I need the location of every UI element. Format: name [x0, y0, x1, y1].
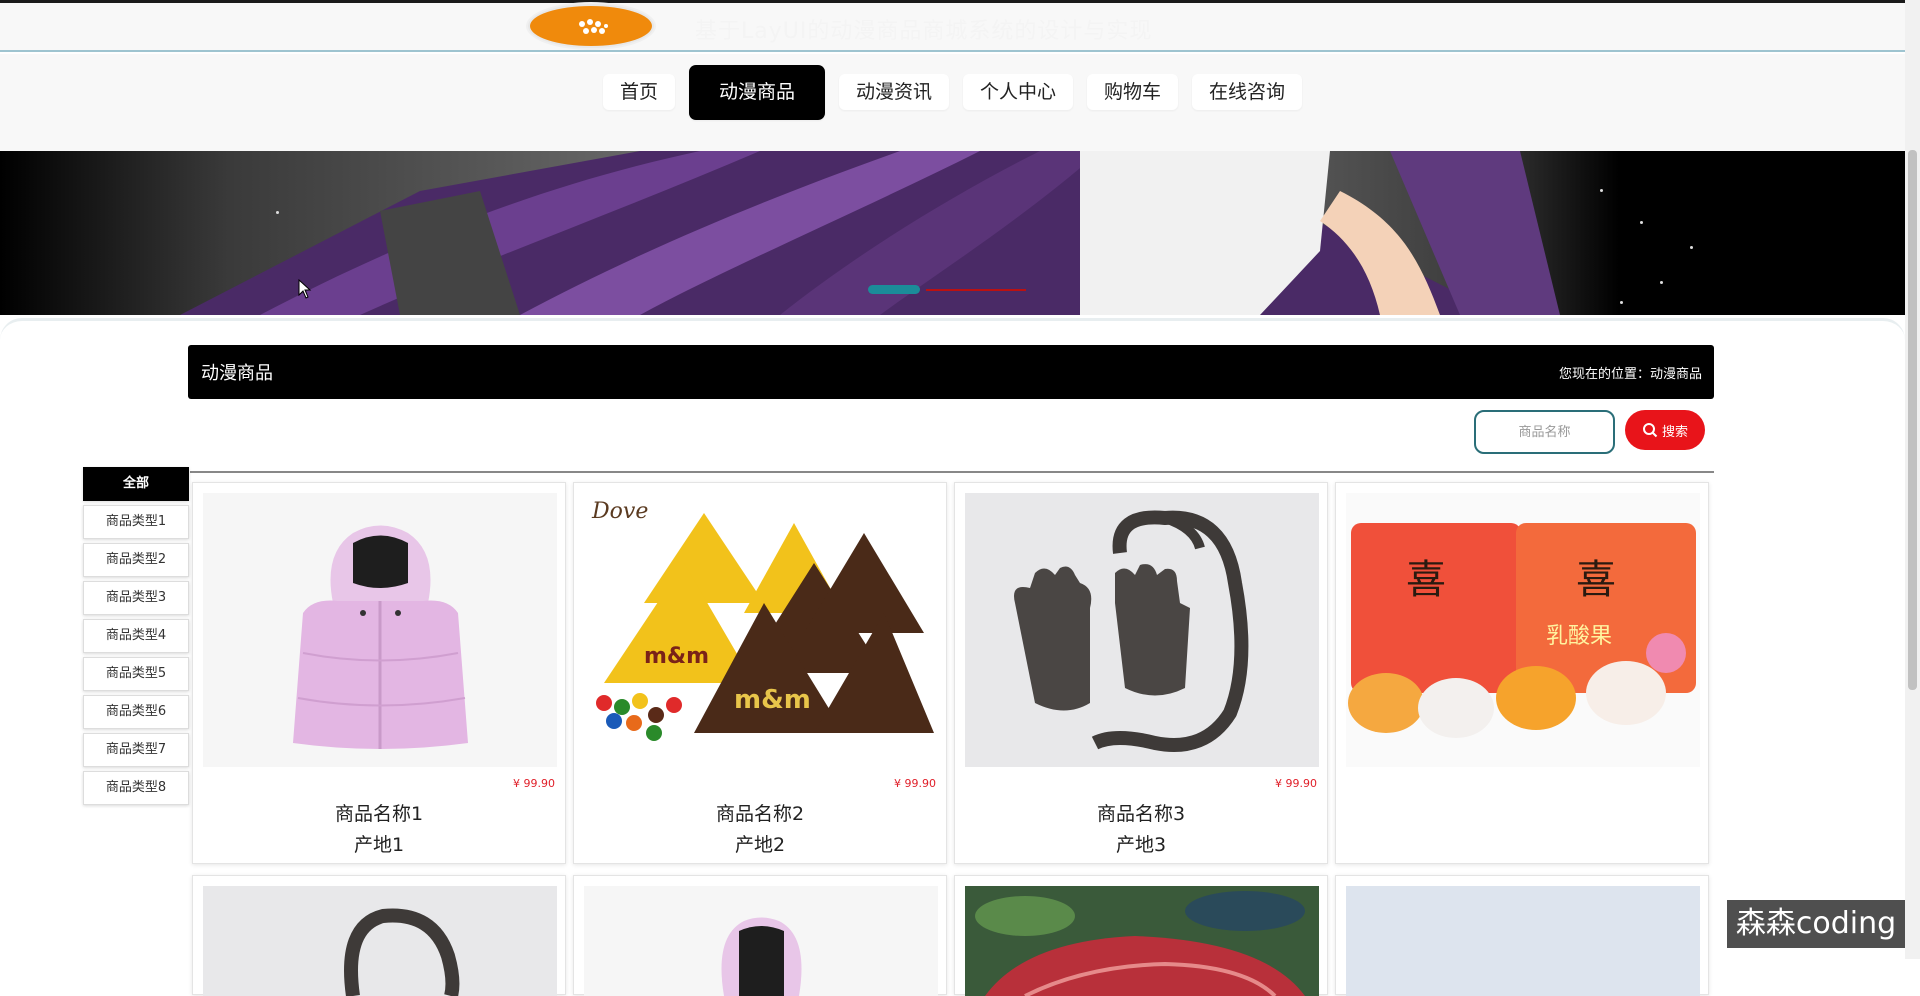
- top-header: 基于LayUI的动漫商品商城系统的设计与实现: [0, 0, 1905, 52]
- product-price: ¥ 99.90: [513, 777, 555, 790]
- product-card[interactable]: ¥ 99.90 商品名称1 产地1: [192, 482, 566, 864]
- product-image-meat: [965, 886, 1319, 996]
- top-border-line: [0, 0, 1905, 3]
- category-list: 全部 商品类型1 商品类型2 商品类型3 商品类型4 商品类型5 商品类型6 商…: [83, 467, 189, 809]
- section-header-bar: 动漫商品 您现在的位置：动漫商品: [188, 345, 1714, 399]
- product-image-pink-vest: [203, 493, 557, 767]
- banner-carousel[interactable]: [0, 151, 1905, 315]
- product-image-chocolates: Dove m&m m&m: [584, 493, 938, 767]
- product-card[interactable]: ¥ 99.90 商品名称3 产地3: [954, 482, 1328, 864]
- category-item[interactable]: 商品类型2: [83, 543, 189, 577]
- nav-item-cart[interactable]: 购物车: [1087, 74, 1179, 110]
- breadcrumb: 您现在的位置：动漫商品: [1558, 367, 1702, 382]
- divider: [190, 471, 1714, 473]
- search-button[interactable]: 搜索: [1625, 410, 1705, 450]
- product-card[interactable]: [1335, 875, 1709, 996]
- carousel-indicator-line[interactable]: [926, 288, 1026, 291]
- flower-logo-icon[interactable]: [528, 4, 654, 48]
- product-card[interactable]: 喜 喜 乳酸果: [1335, 482, 1709, 864]
- main-nav-area: 首页 动漫商品 动漫资讯 个人中心 购物车 在线咨询: [0, 54, 1905, 151]
- nav-item-online-consult[interactable]: 在线咨询: [1192, 74, 1303, 110]
- category-item[interactable]: 商品类型3: [83, 581, 189, 615]
- product-image-fur-gloves: [203, 886, 557, 996]
- category-item[interactable]: 商品类型8: [83, 771, 189, 805]
- category-all[interactable]: 全部: [83, 467, 189, 501]
- svg-text:m&m: m&m: [734, 685, 811, 715]
- category-item[interactable]: 商品类型6: [83, 695, 189, 729]
- product-image-jelly: 喜 喜 乳酸果: [1346, 493, 1700, 767]
- watermark: 森森coding: [1727, 900, 1905, 948]
- nav-item-personal-center[interactable]: 个人中心: [963, 74, 1074, 110]
- nav-item-anime-products[interactable]: 动漫商品: [688, 65, 825, 120]
- section-title: 动漫商品: [201, 363, 273, 384]
- product-name: 商品名称1: [334, 803, 424, 825]
- carousel-indicators: [868, 285, 1026, 294]
- product-name: 商品名称2: [715, 803, 805, 825]
- product-name-search-input[interactable]: [1474, 410, 1615, 454]
- product-origin: 产地3: [1115, 834, 1167, 856]
- product-image-fur-gloves: [965, 493, 1319, 767]
- search-button-label: 搜索: [1661, 424, 1688, 440]
- product-card[interactable]: Dove m&m m&m ¥ 99.90 商品名称2 产地2: [573, 482, 947, 864]
- category-item[interactable]: 商品类型5: [83, 657, 189, 691]
- svg-text:Dove: Dove: [591, 499, 648, 524]
- page-scrollbar[interactable]: [1905, 0, 1920, 959]
- product-card[interactable]: [192, 875, 566, 996]
- product-price: ¥ 99.90: [894, 777, 936, 790]
- nav-item-anime-news[interactable]: 动漫资讯: [838, 74, 949, 110]
- product-image-blurred: [1346, 886, 1700, 996]
- product-origin: 产地1: [353, 834, 405, 856]
- nav-item-home[interactable]: 首页: [602, 74, 675, 110]
- category-item[interactable]: 商品类型4: [83, 619, 189, 653]
- search-icon: [1642, 423, 1658, 438]
- main-nav: 首页 动漫商品 动漫资讯 个人中心 购物车 在线咨询: [0, 65, 1905, 120]
- svg-text:喜: 喜: [1406, 557, 1446, 603]
- scrollbar-thumb[interactable]: [1908, 150, 1917, 690]
- product-card[interactable]: [573, 875, 947, 996]
- product-card[interactable]: [954, 875, 1328, 996]
- product-price: ¥ 99.90: [1275, 777, 1317, 790]
- carousel-indicator-active[interactable]: [868, 285, 920, 294]
- category-item[interactable]: 商品类型1: [83, 505, 189, 539]
- product-origin: 产地2: [734, 834, 786, 856]
- svg-text:喜: 喜: [1576, 557, 1616, 603]
- product-image-pink-vest: [584, 886, 938, 996]
- mouse-cursor-icon: [298, 279, 312, 299]
- product-name: 商品名称3: [1096, 803, 1186, 825]
- site-title: 基于LayUI的动漫商品商城系统的设计与实现: [695, 19, 1153, 44]
- svg-text:m&m: m&m: [644, 644, 709, 669]
- svg-text:乳酸果: 乳酸果: [1546, 624, 1612, 649]
- category-item[interactable]: 商品类型7: [83, 733, 189, 767]
